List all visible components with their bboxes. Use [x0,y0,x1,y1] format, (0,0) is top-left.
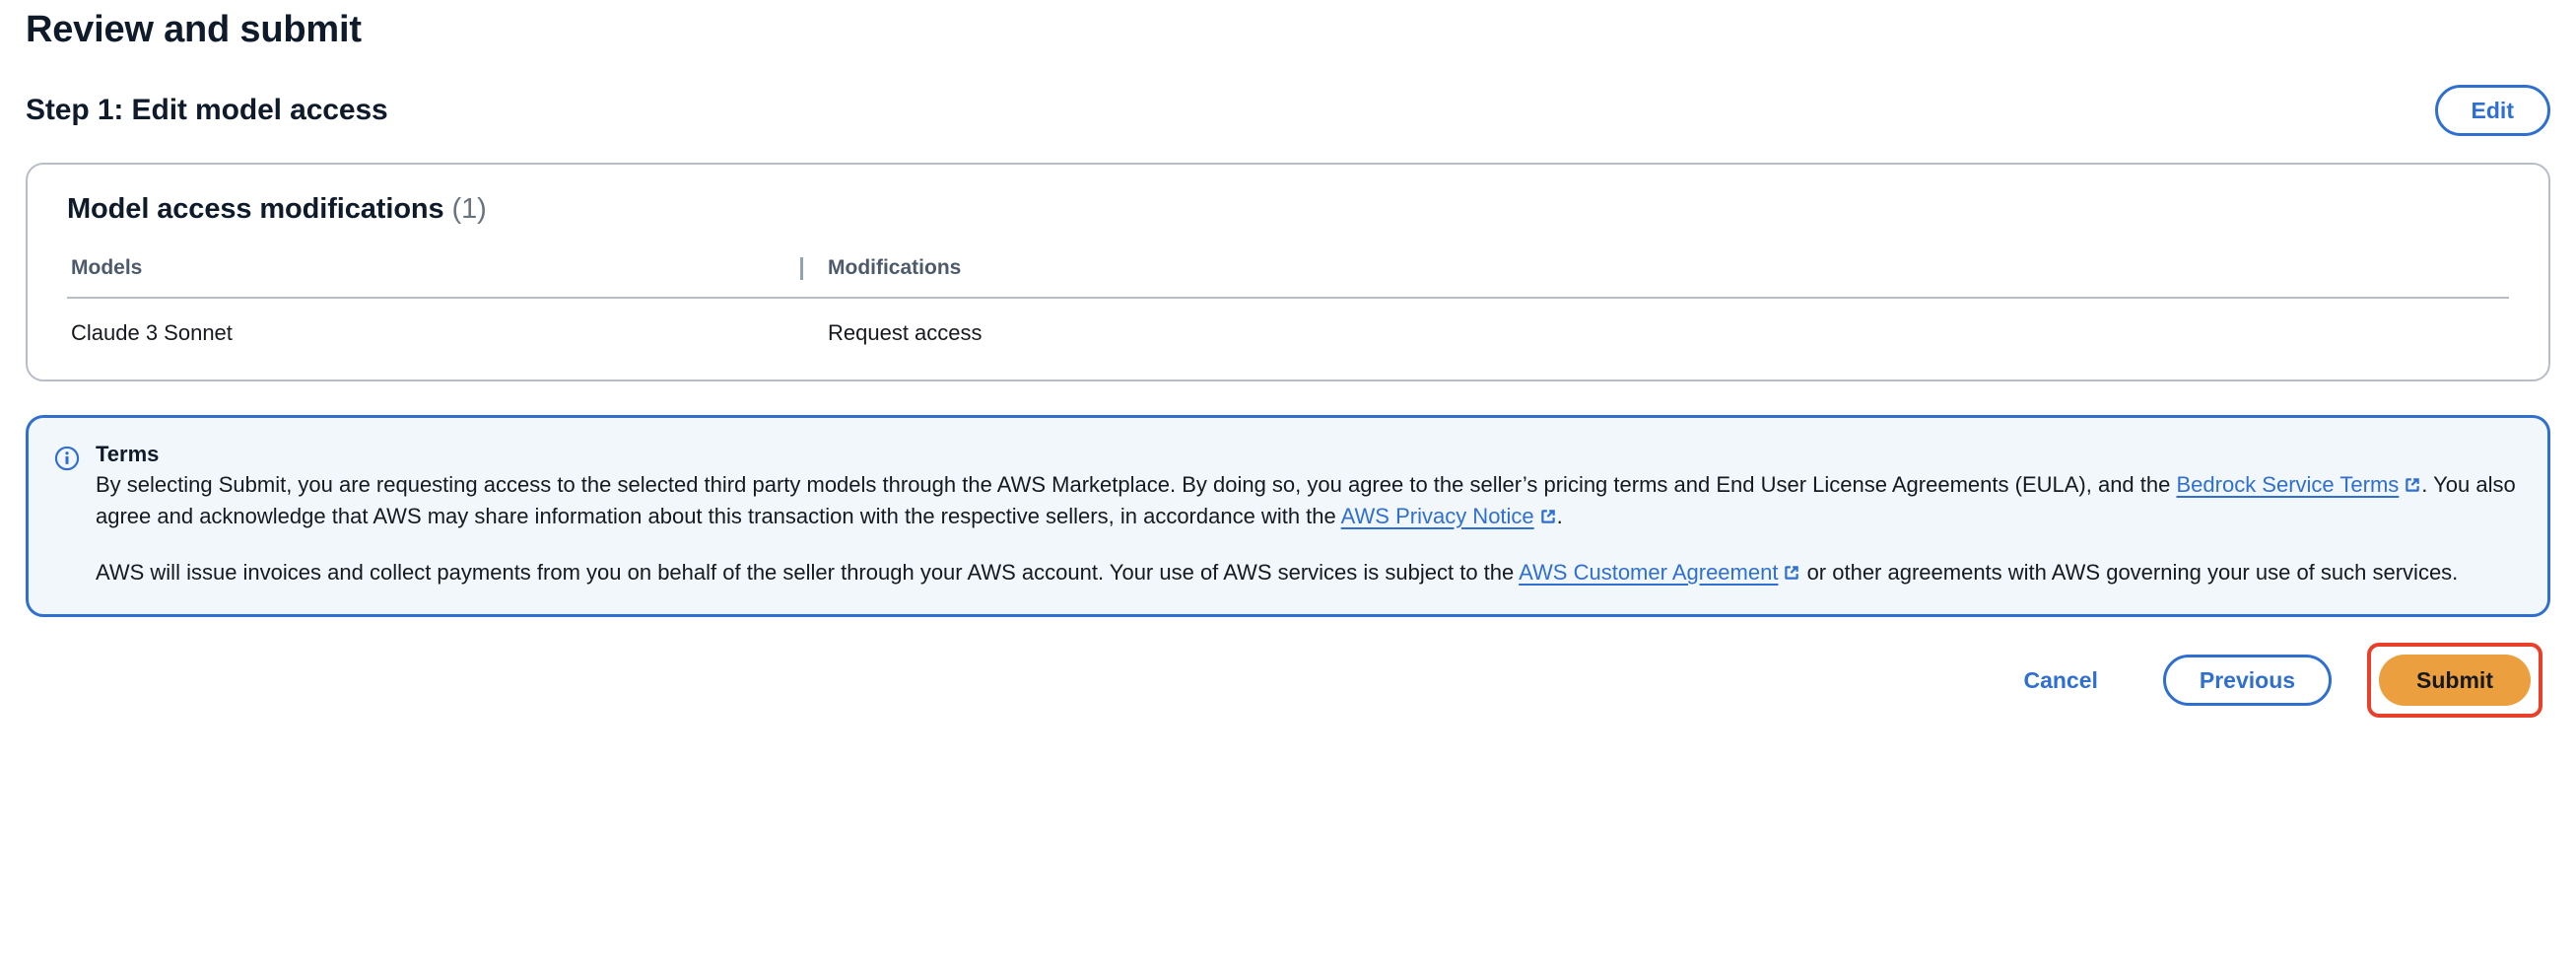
terms-body: Terms By selecting Submit, you are reque… [96,441,2520,588]
review-and-submit-page: Review and submit Step 1: Edit model acc… [0,0,2576,968]
step-header: Step 1: Edit model access Edit [26,84,2550,137]
bedrock-service-terms-link-label: Bedrock Service Terms [2176,472,2400,498]
column-header-models: Models [67,255,800,299]
terms-p2-text-1: AWS will issue invoices and collect paym… [96,559,1520,585]
aws-privacy-notice-link[interactable]: AWS Privacy Notice [1341,504,1557,528]
cell-modification: Request access [828,319,983,345]
aws-privacy-notice-link-label: AWS Privacy Notice [1340,503,1534,528]
cancel-button[interactable]: Cancel [2003,657,2117,703]
external-link-icon [2404,471,2421,493]
previous-button[interactable]: Previous [2162,655,2333,707]
terms-p1-text-3: . [1556,503,1563,528]
external-link-icon [1539,503,1557,523]
model-access-modifications-card: Model access modifications (1) Models Mo… [26,163,2550,381]
terms-paragraph-1: By selecting Submit, you are requesting … [96,469,2520,530]
terms-p1-text-1: By selecting Submit, you are requesting … [96,472,2177,498]
terms-alert: Terms By selecting Submit, you are reque… [26,414,2550,618]
terms-p2-text-2: or other agreements with AWS governing y… [1800,559,2459,585]
page-title: Review and submit [26,9,362,50]
aws-customer-agreement-link[interactable]: AWS Customer Agreement [1519,560,1800,585]
column-header-modifications: Modifications [800,255,2509,299]
form-actions: Cancel Previous Submit [26,643,2550,719]
external-link-icon [1783,559,1800,580]
bedrock-service-terms-link[interactable]: Bedrock Service Terms [2176,472,2421,497]
card-item-count: (1) [451,193,487,226]
edit-button[interactable]: Edit [2434,84,2550,137]
info-circle-icon [54,446,80,471]
table-header-row: Models Modifications [67,255,2509,299]
card-title: Model access modifications (1) [67,192,2509,227]
submit-button[interactable]: Submit [2379,655,2531,707]
modifications-table: Models Modifications Claude 3 Sonnet Req… [67,255,2509,346]
step-title: Step 1: Edit model access [26,93,388,126]
card-title-text: Model access modifications [67,193,444,226]
submit-button-highlight: Submit [2367,643,2542,719]
terms-paragraph-2: AWS will issue invoices and collect paym… [96,557,2520,588]
terms-heading: Terms [96,441,160,466]
cell-model-name: Claude 3 Sonnet [71,319,233,345]
table-row: Claude 3 Sonnet Request access [67,298,2509,346]
aws-customer-agreement-link-label: AWS Customer Agreement [1519,559,1779,585]
